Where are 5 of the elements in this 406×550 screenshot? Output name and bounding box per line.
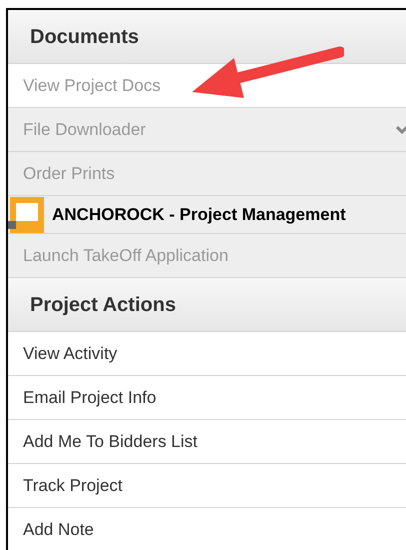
chevron-down-icon — [396, 124, 406, 134]
logo-icon — [8, 196, 44, 232]
section-header: Project Actions — [8, 278, 406, 332]
menu-item[interactable]: ANCHOROCK - Project Management — [8, 196, 406, 234]
section-header: Documents — [8, 10, 406, 64]
